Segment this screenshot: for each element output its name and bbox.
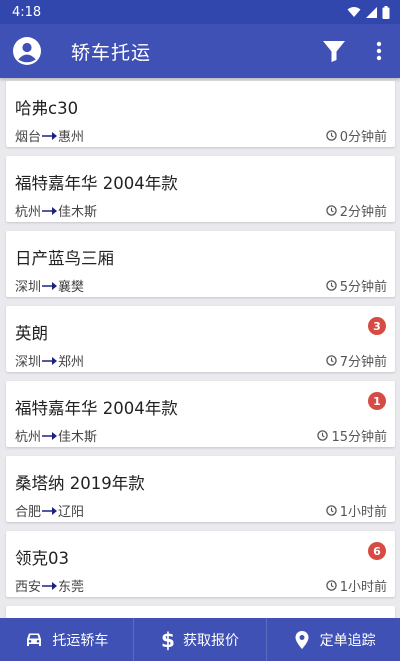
destination-city: 东莞 [58,580,85,595]
page-title: 轿车托运 [71,42,152,64]
nav-ship-car[interactable]: 托运轿车 [0,618,133,661]
order-list[interactable]: 哈弗c30 烟台 惠州 0分钟前 福特嘉年华 2004年款 杭州 佳木斯 2分钟… [0,78,400,618]
posted-time: 1小时前 [325,576,387,595]
car-model: 桑塔纳 2019年款 [15,474,145,493]
order-card[interactable]: 日产蓝鸟三厢 深圳 襄樊 5分钟前 [6,231,395,297]
route: 西安 东莞 [15,576,84,595]
posted-time: 2分钟前 [325,201,387,220]
time-text: 1小时前 [339,505,387,520]
posted-time: 5分钟前 [325,276,387,295]
route: 杭州 佳木斯 [15,426,97,445]
time-text: 15分钟前 [331,430,387,445]
nav-order-tracking[interactable]: 定单追踪 [266,618,400,661]
order-card[interactable]: 领克03 6 西安 东莞 1小时前 [6,531,395,597]
more-options-icon[interactable] [369,39,389,63]
destination-city: 辽阳 [58,505,85,520]
wifi-icon [347,7,361,17]
posted-time: 7分钟前 [325,351,387,370]
car-model: 日产蓝鸟三厢 [15,249,114,268]
order-card[interactable]: 桑塔纳 2019年款 合肥 辽阳 1小时前 [6,456,395,522]
route: 烟台 惠州 [15,126,84,145]
bottom-nav: 托运轿车 $ 获取报价 定单追踪 [0,618,400,661]
car-model: 福特嘉年华 2004年款 [15,399,178,418]
time-text: 5分钟前 [339,280,387,295]
origin-city: 烟台 [15,130,42,145]
order-card[interactable]: 福特嘉年华 2004年款 1 杭州 佳木斯 15分钟前 [6,381,395,447]
time-text: 0分钟前 [339,130,387,145]
clock-icon [325,580,337,591]
clock-icon [325,355,337,366]
nav-label: 托运轿车 [52,632,109,649]
arrow-right-icon [42,206,58,215]
arrow-right-icon [42,581,58,590]
status-icons [347,5,390,19]
clock-icon [325,205,337,216]
clock-icon [325,505,337,516]
route: 杭州 佳木斯 [15,201,97,220]
nav-label: 获取报价 [182,632,239,649]
car-model: 领克03 [15,549,69,568]
arrow-right-icon [42,356,58,365]
app-bar: 轿车托运 [0,24,400,78]
arrow-right-icon [42,131,58,140]
arrow-right-icon [42,431,58,440]
destination-city: 襄樊 [58,280,85,295]
clock-icon [317,430,329,441]
origin-city: 合肥 [15,505,42,520]
battery-icon [382,5,390,19]
order-card[interactable]: 英朗 3 深圳 郑州 7分钟前 [6,306,395,372]
clock-icon [325,130,337,141]
clock-icon [325,280,337,291]
route: 合肥 辽阳 [15,501,84,520]
car-icon [27,633,42,646]
account-icon[interactable] [13,37,41,65]
origin-city: 西安 [15,580,42,595]
nav-get-quote[interactable]: $ 获取报价 [132,618,267,661]
location-pin-icon [295,630,309,649]
time-text: 7分钟前 [339,355,387,370]
filter-icon[interactable] [322,39,346,63]
posted-time: 15分钟前 [317,426,387,445]
origin-city: 杭州 [15,205,42,220]
car-model: 福特嘉年华 2004年款 [15,174,178,193]
order-card[interactable]: 福特嘉年华 2004年款 杭州 佳木斯 2分钟前 [6,156,395,222]
destination-city: 郑州 [58,355,85,370]
unread-badge: 3 [368,317,386,335]
origin-city: 深圳 [15,355,42,370]
dollar-icon: $ [161,627,175,652]
nav-label: 定单追踪 [319,632,376,649]
car-model: 英朗 [15,324,48,343]
posted-time: 1小时前 [325,501,387,520]
signal-icon [366,7,377,18]
arrow-right-icon [42,281,58,290]
unread-badge: 1 [368,392,386,410]
time-text: 1小时前 [339,580,387,595]
order-card[interactable]: 哈弗c30 烟台 惠州 0分钟前 [6,81,395,147]
status-time: 4:18 [12,4,42,20]
destination-city: 惠州 [58,130,85,145]
unread-badge: 6 [368,542,386,560]
route: 深圳 襄樊 [15,276,84,295]
destination-city: 佳木斯 [58,430,98,445]
order-card-partial[interactable] [6,606,395,618]
time-text: 2分钟前 [339,205,387,220]
status-bar: 4:18 [0,0,400,24]
origin-city: 杭州 [15,430,42,445]
arrow-right-icon [42,506,58,515]
posted-time: 0分钟前 [325,126,387,145]
route: 深圳 郑州 [15,351,84,370]
destination-city: 佳木斯 [58,205,98,220]
origin-city: 深圳 [15,280,42,295]
car-model: 哈弗c30 [15,99,79,118]
